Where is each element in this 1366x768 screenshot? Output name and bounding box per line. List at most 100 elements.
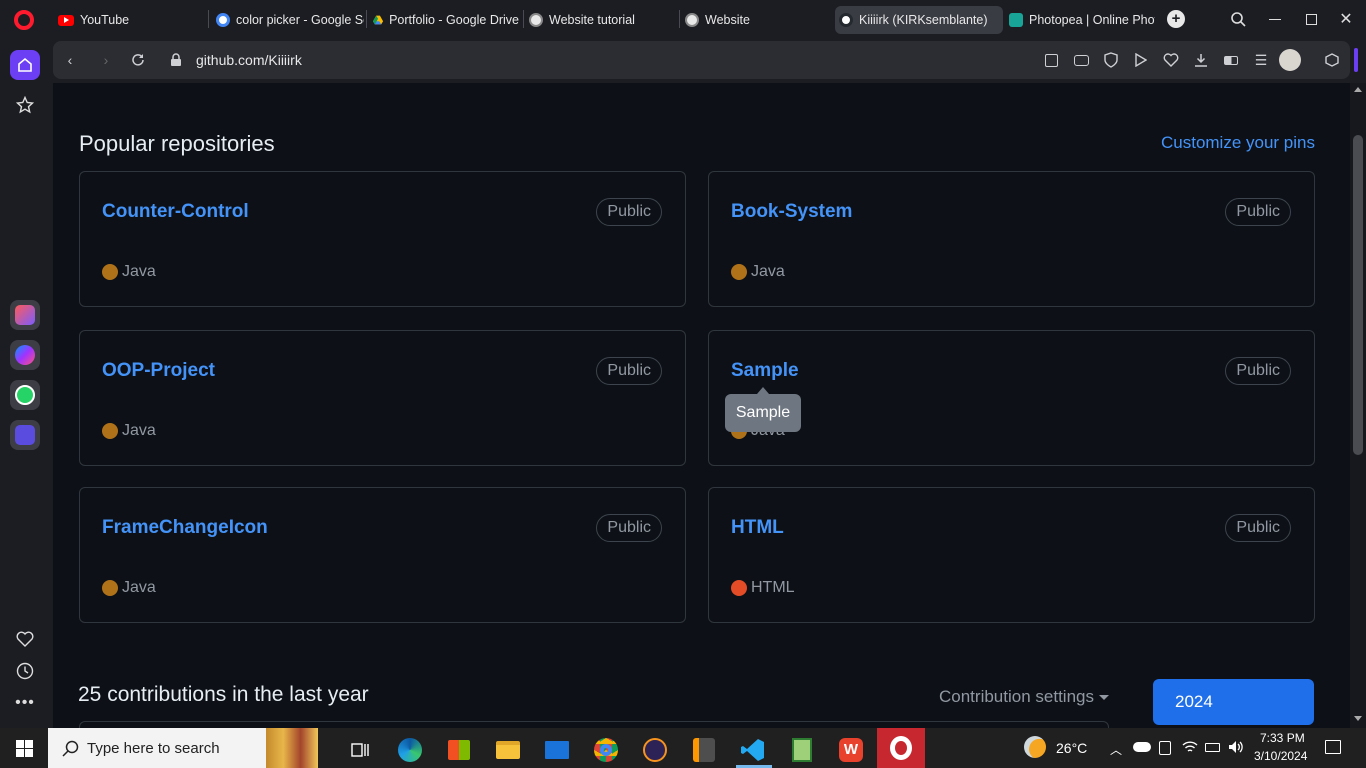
battery-icon[interactable] — [1205, 743, 1220, 752]
search-tabs-icon[interactable] — [1223, 6, 1253, 32]
file-explorer-icon[interactable] — [488, 732, 528, 768]
search-placeholder: Type here to search — [87, 739, 220, 757]
messenger-icon[interactable] — [10, 340, 40, 370]
avatar[interactable] — [1279, 49, 1301, 71]
url-input[interactable]: github.com/Kiiiirk — [196, 52, 302, 68]
tooltip: Sample — [725, 394, 801, 432]
language-label: Java — [122, 263, 156, 280]
contribution-graph-border — [79, 721, 1109, 728]
forward-icon[interactable]: › — [96, 50, 116, 70]
contribution-settings-dropdown[interactable]: Contribution settings — [939, 687, 1109, 707]
lock-icon[interactable] — [166, 50, 186, 70]
repo-language: Java — [102, 579, 156, 597]
back-icon[interactable]: ‹ — [60, 50, 80, 70]
close-window-button[interactable]: ✕ — [1331, 6, 1361, 32]
repo-language: HTML — [731, 579, 795, 597]
github-profile-page: Popular repositories Customize your pins… — [53, 83, 1350, 728]
language-label: Java — [122, 579, 156, 596]
tab-github-active[interactable]: Kiiiirk (KIRKsemblante) — [835, 6, 1003, 34]
edge-icon[interactable] — [390, 732, 430, 768]
repo-name-link[interactable]: FrameChangeIcon — [102, 517, 268, 539]
mail-icon[interactable] — [537, 732, 577, 768]
weather-temperature[interactable]: 26°C — [1056, 740, 1087, 756]
visibility-badge: Public — [596, 514, 662, 542]
vscode-icon[interactable] — [733, 732, 773, 768]
repo-name-link[interactable]: OOP-Project — [102, 360, 215, 382]
tab-label: Kiiiirk (KIRKsemblante) — [859, 13, 988, 27]
customize-pins-link[interactable]: Customize your pins — [1161, 133, 1315, 153]
task-view-icon[interactable] — [340, 732, 380, 768]
year-2024-button[interactable]: 2024 — [1153, 679, 1314, 725]
reload-icon[interactable] — [128, 50, 148, 70]
scroll-up-arrow[interactable] — [1354, 87, 1362, 92]
tab-label: YouTube — [80, 13, 130, 27]
bookmarks-star-icon[interactable] — [10, 90, 40, 120]
microsoft-store-icon[interactable] — [439, 732, 479, 768]
home-icon[interactable] — [10, 50, 40, 80]
page-scrollbar[interactable] — [1350, 83, 1366, 728]
scrollbar-thumb[interactable] — [1353, 135, 1363, 455]
battery-saver-icon[interactable] — [1222, 51, 1240, 69]
wps-office-icon[interactable]: W — [831, 732, 871, 768]
windows-start-icon[interactable] — [4, 730, 44, 766]
history-clock-icon[interactable] — [10, 656, 40, 686]
contributions-heading: 25 contributions in the last year — [78, 683, 369, 706]
easy-setup-icon[interactable]: ☰ — [1252, 51, 1270, 69]
volume-icon[interactable] — [1228, 740, 1244, 759]
repo-name-link[interactable]: Sample — [731, 360, 799, 382]
sublime-text-icon[interactable] — [684, 732, 724, 768]
heart-icon[interactable] — [10, 624, 40, 654]
whatsapp-icon[interactable] — [10, 380, 40, 410]
aria-ai-icon[interactable] — [10, 300, 40, 330]
tab-photopea[interactable]: Photopea | Online Photo — [1005, 6, 1155, 34]
address-bar: ‹ › github.com/Kiiiirk ☰ — [53, 41, 1350, 79]
repo-name-link[interactable]: HTML — [731, 517, 784, 539]
sidebar-accent-bar — [1354, 48, 1358, 72]
tab-website[interactable]: Website — [681, 6, 831, 34]
repo-language: Java — [731, 263, 785, 281]
wifi-icon[interactable] — [1182, 740, 1198, 759]
notepad-icon[interactable] — [782, 732, 822, 768]
weather-icon[interactable] — [1024, 736, 1046, 758]
extensions-box-icon[interactable] — [1323, 51, 1341, 69]
repo-card: OOP-Project Public Java — [79, 330, 686, 466]
repo-name-link[interactable]: Book-System — [731, 201, 852, 223]
globe-icon — [529, 13, 543, 27]
heart-outline-icon[interactable] — [1162, 51, 1180, 69]
chrome-icon[interactable] — [586, 732, 626, 768]
opera-logo-icon[interactable] — [14, 10, 34, 30]
edit-icon[interactable] — [1042, 51, 1060, 69]
camera-snapshot-icon[interactable] — [1072, 51, 1090, 69]
repo-language: Java — [102, 263, 156, 281]
tab-portfolio[interactable]: Portfolio - Google Drive — [369, 6, 519, 34]
notification-center-icon[interactable] — [1325, 740, 1341, 754]
clock-time[interactable]: 7:33 PM — [1260, 731, 1305, 745]
minimize-button[interactable] — [1260, 6, 1290, 32]
maximize-button[interactable] — [1296, 6, 1326, 32]
repo-name-link[interactable]: Counter-Control — [102, 201, 249, 223]
clock-date[interactable]: 3/10/2024 — [1254, 749, 1307, 763]
taskbar-search-box[interactable]: Type here to search — [48, 728, 318, 768]
tab-color-picker[interactable]: color picker - Google Se — [212, 6, 364, 34]
language-color-dot — [102, 580, 118, 596]
tab-youtube[interactable]: YouTube — [54, 6, 204, 34]
onedrive-cloud-icon[interactable] — [1133, 742, 1151, 752]
language-color-dot — [102, 423, 118, 439]
opera-taskbar-icon[interactable] — [877, 728, 925, 768]
play-icon[interactable] — [1132, 51, 1150, 69]
search-icon — [62, 740, 79, 757]
repo-card: FrameChangeIcon Public Java — [79, 487, 686, 623]
download-icon[interactable] — [1192, 51, 1210, 69]
more-options-icon[interactable]: ••• — [10, 688, 40, 718]
tab-website-tutorial[interactable]: Website tutorial — [525, 6, 675, 34]
device-icon[interactable] — [1159, 741, 1171, 755]
music-player-icon[interactable] — [10, 420, 40, 450]
shield-icon[interactable] — [1102, 51, 1120, 69]
tab-label: Portfolio - Google Drive — [389, 13, 519, 27]
new-tab-button[interactable]: + — [1167, 10, 1185, 28]
show-hidden-icons-chevron-icon[interactable]: ︿ — [1110, 741, 1122, 758]
eclipse-icon[interactable] — [635, 732, 675, 768]
tooltip-arrow — [757, 387, 769, 394]
scroll-down-arrow[interactable] — [1354, 716, 1362, 721]
opera-sidebar: ••• — [0, 38, 50, 728]
